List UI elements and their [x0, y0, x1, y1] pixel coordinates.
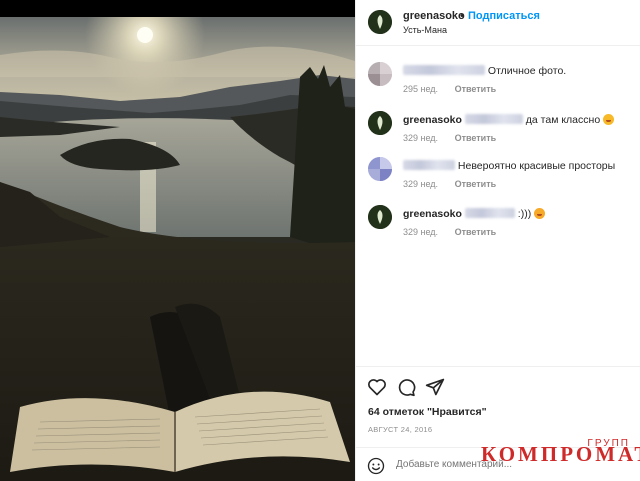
watermark-main-text: КОМПРОМАТ — [481, 442, 640, 466]
comment-username[interactable]: greenasoko — [403, 208, 462, 220]
follow-button[interactable]: Подписаться — [468, 10, 540, 22]
comment-item: greenasoko да там классно 329 нед. Ответ… — [356, 111, 640, 151]
smile-emoji-icon — [603, 114, 615, 125]
share-icon — [425, 378, 445, 396]
post-photo[interactable] — [0, 17, 355, 481]
commenter-avatar[interactable] — [368, 111, 392, 135]
comment-item: greenasoko :))) 329 нед. Ответить — [356, 205, 640, 245]
leaf-avatar-icon — [368, 205, 392, 229]
emoji-icon — [367, 457, 385, 475]
photo-top-bar — [0, 0, 355, 17]
comment-text-row: Отличное фото. — [403, 65, 566, 77]
comment-time: 329 нед. — [403, 133, 439, 143]
reply-button[interactable]: Ответить — [455, 179, 497, 189]
blurred-mention — [464, 114, 523, 124]
comment-text: Отличное фото. — [487, 65, 567, 77]
author-username[interactable]: greenasoko — [403, 10, 465, 22]
separator-dot: • — [460, 10, 464, 22]
comment-text-row: greenasoko да там классно — [403, 114, 615, 126]
landscape-image — [0, 17, 355, 481]
leaf-avatar-icon — [368, 10, 392, 34]
author-avatar[interactable] — [368, 10, 392, 34]
post-date: АВГУСТ 24, 2016 — [368, 425, 433, 434]
comment-meta: 329 нед. Ответить — [403, 227, 496, 237]
post-side-panel: greenasoko • Подписаться Усть-Мана Отлич… — [355, 0, 640, 481]
comment-meta: 329 нед. Ответить — [403, 179, 496, 189]
heart-icon — [368, 379, 386, 396]
comment-time: 295 нед. — [403, 84, 439, 94]
comment-username[interactable]: greenasoko — [403, 114, 462, 126]
reply-button[interactable]: Ответить — [455, 227, 497, 237]
reply-button[interactable]: Ответить — [455, 133, 497, 143]
likes-count[interactable]: 64 отметок "Нравится" — [368, 406, 487, 418]
blurred-mention — [464, 208, 515, 218]
comment-text: да там классно — [525, 114, 601, 126]
post-header: greenasoko • Подписаться Усть-Мана — [356, 0, 640, 46]
post-location[interactable]: Усть-Мана — [403, 25, 447, 35]
like-button[interactable] — [367, 377, 387, 397]
leaf-avatar-icon — [368, 111, 392, 135]
comment-meta: 329 нед. Ответить — [403, 133, 496, 143]
blurred-username — [403, 160, 455, 170]
comment-item: Отличное фото. 295 нед. Ответить — [356, 62, 640, 102]
commenter-avatar[interactable] — [368, 205, 392, 229]
wink-emoji-icon — [534, 208, 546, 219]
comment-time: 329 нед. — [403, 179, 439, 189]
comment-text: Невероятно красивые просторы — [457, 160, 616, 172]
blurred-avatar-icon — [368, 157, 392, 181]
comment-button[interactable] — [396, 377, 416, 397]
comment-time: 329 нед. — [403, 227, 439, 237]
comment-meta: 295 нед. Ответить — [403, 84, 496, 94]
comment-item: Невероятно красивые просторы 329 нед. От… — [356, 157, 640, 197]
emoji-picker-button[interactable] — [367, 457, 385, 475]
commenter-avatar[interactable] — [368, 62, 392, 86]
comment-text-row: Невероятно красивые просторы — [403, 160, 615, 172]
watermark: ГРУПП КОМПРОМАТ — [481, 438, 640, 481]
comment-icon — [398, 379, 416, 397]
comment-text: :))) — [517, 208, 532, 220]
blurred-avatar-icon — [368, 62, 392, 86]
blurred-username — [403, 65, 485, 75]
post-actions — [356, 366, 640, 406]
reply-button[interactable]: Ответить — [455, 84, 497, 94]
comment-text-row: greenasoko :))) — [403, 208, 546, 220]
share-button[interactable] — [425, 377, 445, 397]
commenter-avatar[interactable] — [368, 157, 392, 181]
